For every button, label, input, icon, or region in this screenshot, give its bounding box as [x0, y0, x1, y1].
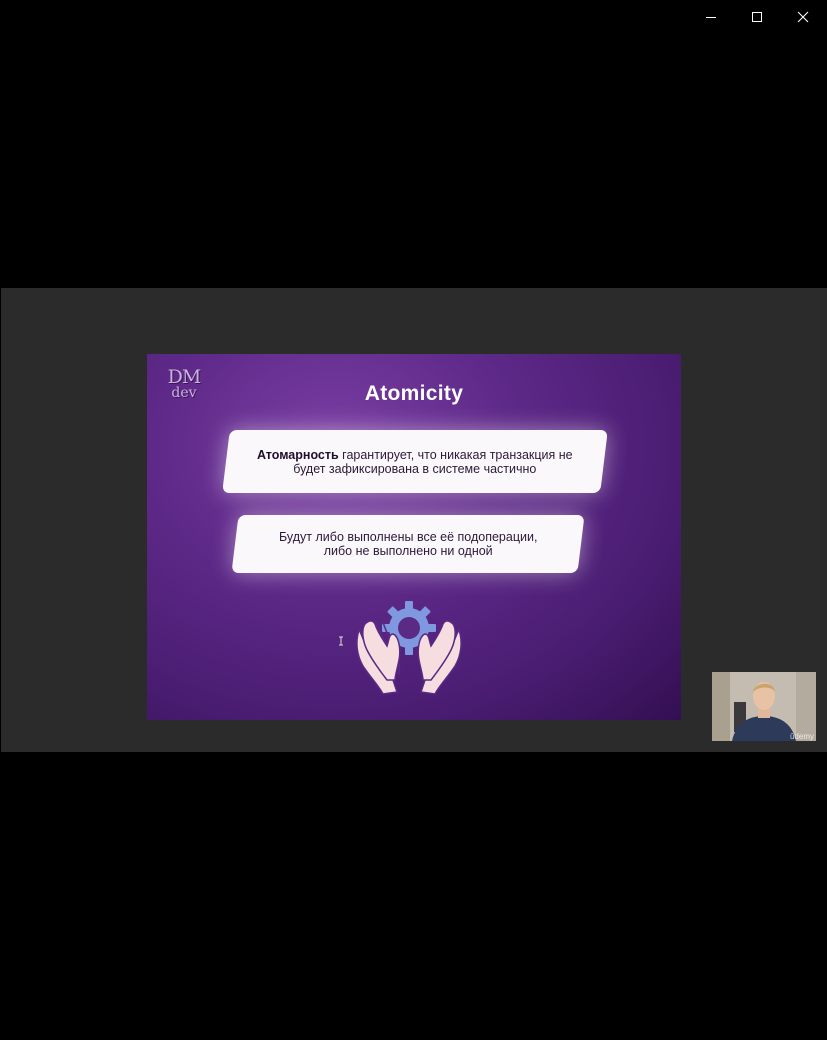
definition-card: Атомарность гарантирует, что никакая тра…	[222, 430, 608, 493]
maximize-button[interactable]	[734, 0, 780, 34]
definition-line1: гарантирует, что никакая транзакция не	[338, 447, 573, 462]
minimize-icon	[706, 17, 716, 18]
definition-text: Атомарность гарантирует, что никакая тра…	[257, 448, 573, 476]
presentation-slide: DM dev Atomicity Атомарность гарантирует…	[147, 354, 681, 720]
explanation-card: Будут либо выполнены все её подоперации,…	[231, 515, 585, 573]
minimize-button[interactable]	[688, 0, 734, 34]
udemy-watermark: ûdemy	[789, 732, 814, 741]
maximize-icon	[752, 12, 762, 22]
instructor-webcam: ûdemy	[712, 672, 816, 741]
hands-gear-icon	[356, 601, 462, 695]
text-cursor-icon	[339, 636, 343, 646]
player-window: DM dev Atomicity Атомарность гарантирует…	[0, 0, 827, 1040]
explanation-text: Будут либо выполнены все её подоперации,…	[279, 530, 537, 558]
definition-line2: будет зафиксирована в системе частично	[293, 461, 537, 476]
explanation-line1: Будут либо выполнены все её подоперации,	[278, 530, 538, 544]
video-area[interactable]: DM dev Atomicity Атомарность гарантирует…	[1, 288, 827, 752]
close-icon	[797, 11, 809, 23]
term-bold: Атомарность	[257, 447, 339, 462]
explanation-line2: либо не выполнено ни одной	[323, 544, 493, 558]
slide-title: Atomicity	[364, 382, 464, 405]
close-button[interactable]	[780, 0, 826, 34]
instructor-video-frame	[712, 672, 816, 741]
